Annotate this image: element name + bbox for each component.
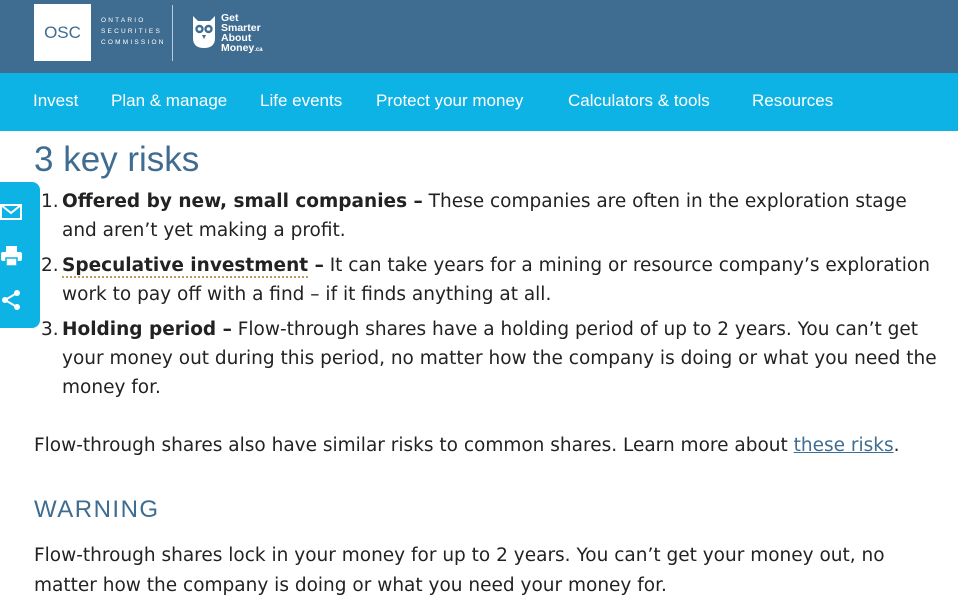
- header-divider: [172, 5, 173, 61]
- osc-name: ONTARIO SECURITIES COMMISSION: [101, 15, 171, 48]
- get-smarter-about-money-logo[interactable]: Get Smarter About Money.ca: [190, 12, 280, 54]
- osc-logo[interactable]: OSC: [34, 4, 91, 61]
- similar-risks-paragraph: Flow-through shares also have similar ri…: [34, 431, 944, 460]
- paragraph-text-end: .: [893, 435, 900, 456]
- these-risks-link[interactable]: these risks: [794, 435, 894, 456]
- site-header: OSC ONTARIO SECURITIES COMMISSION Get Sm…: [0, 0, 958, 73]
- list-item: 2. Speculative investment – It can take y…: [41, 251, 942, 309]
- list-item: 3. Holding period – Flow-through shares h…: [41, 315, 942, 402]
- gsam-suffix: .ca: [254, 47, 263, 53]
- warning-paragraph: Flow-through shares lock in your money f…: [34, 545, 885, 596]
- nav-item-life-events[interactable]: Life events: [260, 91, 342, 111]
- nav-item-protect-your-money[interactable]: Protect your money: [376, 91, 523, 111]
- paragraph-text: Flow-through shares also have similar ri…: [34, 435, 794, 456]
- osc-logo-text: OSC: [44, 22, 81, 42]
- nav-item-calculators-tools[interactable]: Calculators & tools: [568, 91, 710, 111]
- main-nav: Invest Plan & manage Life events Protect…: [0, 73, 958, 131]
- risk-term: Offered by new, small companies –: [62, 191, 423, 212]
- list-item: 1. Offered by new, small companies – Thes…: [41, 187, 942, 245]
- list-number: 3.: [41, 319, 59, 340]
- list-number: 2.: [41, 255, 59, 276]
- owl-icon: [193, 16, 215, 48]
- nav-item-invest[interactable]: Invest: [33, 91, 78, 111]
- osc-name-line: COMMISSION: [101, 39, 166, 46]
- gsam-wordmark: Get Smarter About Money.ca: [221, 13, 263, 55]
- section-title: 3 key risks: [34, 140, 200, 179]
- gsam-line: Money: [221, 42, 255, 54]
- nav-item-plan-manage[interactable]: Plan & manage: [111, 91, 227, 111]
- risk-term: Holding period –: [62, 319, 232, 340]
- list-number: 1.: [41, 191, 59, 212]
- risk-list: 1. Offered by new, small companies – Thes…: [41, 187, 942, 402]
- glossary-term[interactable]: Speculative investment: [62, 255, 309, 278]
- nav-item-resources[interactable]: Resources: [752, 91, 833, 111]
- risk-term-dash: –: [308, 255, 324, 276]
- share-rail: [0, 182, 40, 328]
- share-icon[interactable]: [0, 288, 24, 312]
- warning-heading: WARNING: [34, 496, 160, 523]
- email-icon[interactable]: [0, 200, 24, 224]
- osc-name-line: ONTARIO: [101, 17, 146, 24]
- osc-name-line: SECURITIES: [101, 28, 163, 35]
- gsam-line-money: Money.ca: [221, 43, 263, 55]
- print-icon[interactable]: [0, 244, 24, 268]
